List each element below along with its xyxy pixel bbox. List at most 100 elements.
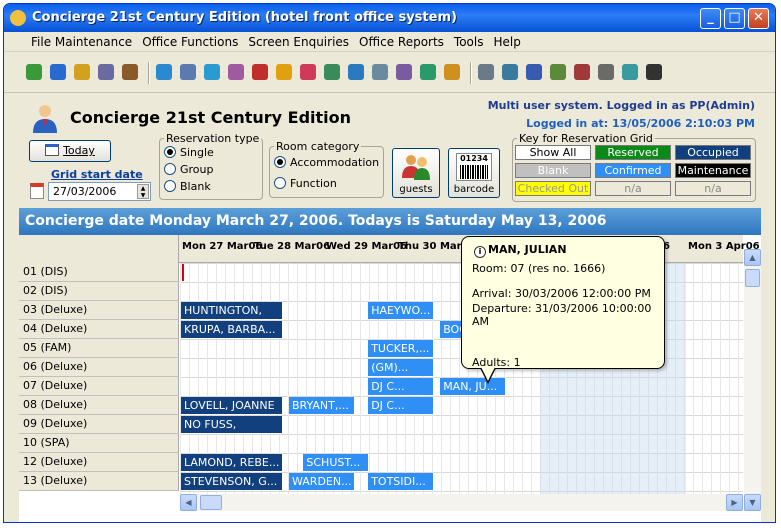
reservation-block[interactable]: WARDEN... [289,473,354,490]
minimize-button[interactable]: _ [700,8,721,29]
list-icon[interactable] [574,64,590,80]
reservation-block[interactable]: HAEYWO... [368,302,433,319]
reservation-block[interactable]: NO FUSS, [181,416,282,433]
room-category-group: Room category Accommodation Function [269,140,384,198]
vertical-scroll-thumb[interactable] [745,269,760,287]
spin-icon[interactable]: ▲ ▼ [137,184,149,199]
toolbar-separator [148,62,150,84]
reservation-block[interactable]: STEVENSON, G... [181,473,282,490]
world-icon[interactable] [348,64,364,80]
broom-icon[interactable] [526,64,542,80]
barcode-button[interactable]: 01234 barcode [448,148,500,198]
reservation-block[interactable]: DJ C... [368,378,433,395]
maximize-button[interactable]: □ [724,8,745,29]
percent-icon[interactable] [228,64,244,80]
printer-icon[interactable] [478,64,494,80]
menu-tools[interactable]: Tools [449,32,489,52]
scroll-right-icon[interactable]: ▶ [726,494,743,511]
room-row-label: 13 (Deluxe) [19,472,179,491]
room-row-label: 09 (Deluxe) [19,415,179,434]
cube-icon[interactable] [252,64,268,80]
window-title: Concierge 21st Century Edition (hotel fr… [32,10,457,25]
reservation-block[interactable]: LOVELL, JOANNE [181,397,282,414]
menu-screen-enquiries[interactable]: Screen Enquiries [243,32,354,52]
day-header: Wed 29 Mar06 [326,241,408,252]
clock-icon[interactable] [502,64,518,80]
grid-start-link[interactable]: Grid start date [51,168,143,181]
horizontal-scrollbar[interactable]: ◀ ▶ [180,494,743,511]
guests-button[interactable]: guests [392,148,440,198]
reservation-block[interactable]: SCHUST... [303,454,369,471]
barcode-label: barcode [453,184,495,195]
info-icon: i [474,246,486,258]
reservation-block[interactable]: TUCKER,... [368,340,433,357]
today-button[interactable]: Today [29,140,111,162]
reservation-tooltip: i MAN, JULIAN Room: 07 (res no. 1666) Arr… [461,236,665,369]
menu-help[interactable]: Help [488,32,525,52]
globe-arrow-icon[interactable] [420,64,436,80]
calendar-small-icon [30,183,44,199]
key-reserved[interactable]: Reserved [595,145,671,160]
key-maintenance[interactable]: Maintenance [675,163,751,178]
reservation-block[interactable]: KRUPA, BARBA... [181,321,282,338]
menu-office-reports[interactable]: Office Reports [354,32,449,52]
room-header [19,235,179,263]
main-window: Concierge 21st Century Edition (hotel fr… [3,3,776,523]
people-icon[interactable] [122,64,138,80]
title-bar[interactable]: Concierge 21st Century Edition (hotel fr… [4,4,775,32]
horizontal-scroll-thumb[interactable] [200,495,222,510]
radio-accommodation[interactable]: Accommodation [270,155,383,172]
toolbar [4,53,775,93]
radio-blank[interactable]: Blank [160,179,262,196]
room-row-label: 04 (Deluxe) [19,320,179,339]
check-icon[interactable] [26,64,42,80]
grid-start-date-field[interactable]: 27/03/2006 ▲ ▼ [48,182,151,201]
key-legend: Key for Reservation Grid [519,132,653,145]
vertical-scrollbar[interactable]: ▲ ▼ [744,249,761,511]
reservation-block[interactable]: BRYANT,... [289,397,354,414]
key-occupied[interactable]: Occupied [675,145,751,160]
login-status: Multi user system. Logged in as PP(Admin… [487,99,755,112]
reservation-block[interactable]: HUNTINGTON, [181,302,282,319]
scroll-left-icon[interactable]: ◀ [180,494,197,511]
menu-office-functions[interactable]: Office Functions [137,32,243,52]
radio-single[interactable]: Single [160,145,262,162]
envelope-icon[interactable] [622,64,638,80]
toolbar-separator [470,62,472,84]
tooltip-room: Room: 07 (res no. 1666) [472,262,606,275]
image-icon[interactable] [324,64,340,80]
close-button[interactable]: ✕ [748,8,769,29]
server-icon[interactable] [180,64,196,80]
chart-icon[interactable] [50,64,66,80]
radio-group[interactable]: Group [160,162,262,179]
globe-icon[interactable] [204,64,220,80]
scroll-down-icon[interactable]: ▼ [744,494,761,511]
lock-icon[interactable] [74,64,90,80]
concierge-person-icon [33,105,57,133]
reservation-block[interactable]: TOTSIDI... [368,473,433,490]
key-checked-out[interactable]: Checked Out [515,181,591,196]
key-icon[interactable] [598,64,614,80]
gift-icon[interactable] [300,64,316,80]
menu-file-maintenance[interactable]: File Maintenance [26,32,137,52]
network-icon[interactable] [372,64,388,80]
coin-icon[interactable] [276,64,292,80]
reservation-block[interactable]: (GM)... [368,359,433,376]
scroll-up-icon[interactable]: ▲ [744,249,761,266]
tooltip-departure: Departure: 31/03/2006 10:00:00 AM [472,302,652,328]
reservation-block[interactable]: DJ C... [368,397,433,414]
key-confirmed[interactable]: Confirmed [595,163,671,178]
user-db-icon[interactable] [156,64,172,80]
calculator-icon[interactable] [550,64,566,80]
key-blank[interactable]: Blank [515,163,591,178]
tooltip-guest-name: MAN, JULIAN [488,243,567,256]
radio-function[interactable]: Function [270,176,383,193]
database-icon[interactable] [98,64,114,80]
barcode-icon[interactable] [646,64,662,80]
package-icon[interactable] [444,64,460,80]
key-show-all[interactable]: Show All [515,145,591,160]
room-row-label: 05 (FAM) [19,339,179,358]
reservation-block[interactable]: LAMOND, REBE... [181,454,282,471]
barcode-icon: 01234 [456,153,492,181]
film-icon[interactable] [396,64,412,80]
